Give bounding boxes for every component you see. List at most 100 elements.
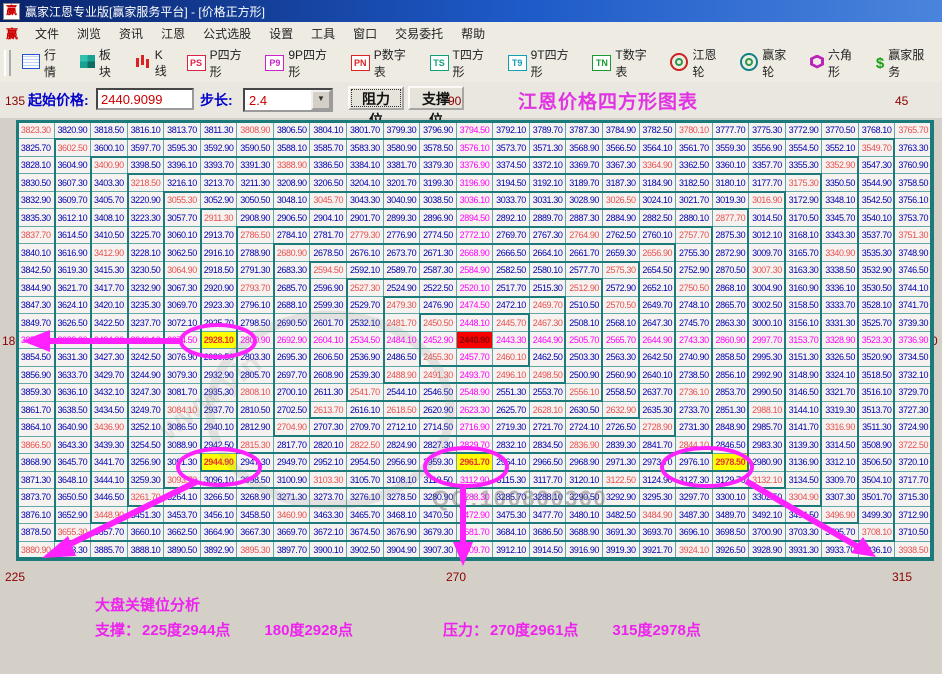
menu-item-江恩[interactable]: 江恩 xyxy=(152,23,194,44)
price-cell-3367.30: 3367.30 xyxy=(603,157,640,174)
price-cell-2623.30: 2623.30 xyxy=(457,402,494,419)
price-cell-3434.50: 3434.50 xyxy=(91,402,128,419)
price-cell-2620.90: 2620.90 xyxy=(420,402,457,419)
price-cell-2774.50: 2774.50 xyxy=(420,227,457,244)
menu-item-交易委托[interactable]: 交易委托 xyxy=(386,23,452,44)
price-cell-3775.30: 3775.30 xyxy=(749,122,786,139)
menu-item-浏览[interactable]: 浏览 xyxy=(68,23,110,44)
resistance-button[interactable]: 阻力位 xyxy=(348,86,404,110)
price-cell-2892.10: 2892.10 xyxy=(493,209,530,226)
menu-item-文件[interactable]: 文件 xyxy=(26,23,68,44)
toolbar-button-六角形[interactable]: 六角形 xyxy=(810,46,864,80)
price-cell-2846.50: 2846.50 xyxy=(713,437,750,454)
toolbar-label: T四方形 xyxy=(453,46,496,80)
price-cell-3278.50: 3278.50 xyxy=(384,489,421,506)
menu-item-设置[interactable]: 设置 xyxy=(260,23,302,44)
price-cell-3703.30: 3703.30 xyxy=(786,524,823,541)
toolbar-button-9T四方形[interactable]: T99T四方形 xyxy=(508,46,581,80)
price-cell-3410.50: 3410.50 xyxy=(91,227,128,244)
toolbar-button-P四方形[interactable]: PSP四方形 xyxy=(187,46,254,80)
price-cell-3343.30: 3343.30 xyxy=(822,227,859,244)
price-cell-2827.30: 2827.30 xyxy=(420,437,457,454)
price-cell-3465.70: 3465.70 xyxy=(347,507,384,524)
price-cell-2973.70: 2973.70 xyxy=(640,454,677,471)
price-cell-2738.50: 2738.50 xyxy=(676,367,713,384)
price-cell-2762.50: 2762.50 xyxy=(603,227,640,244)
price-cell-2976.10: 2976.10 xyxy=(676,454,713,471)
menu-item-资讯[interactable]: 资讯 xyxy=(110,23,152,44)
price-cell-3902.50: 3902.50 xyxy=(347,542,384,559)
price-cell-3602.50: 3602.50 xyxy=(55,139,92,156)
toolbar-button-行情[interactable]: 行情 xyxy=(22,46,68,80)
price-cell-3607.30: 3607.30 xyxy=(55,174,92,191)
price-cell-2798.50: 2798.50 xyxy=(237,314,274,331)
price-cell-2546.50: 2546.50 xyxy=(420,384,457,401)
menu-bar: 赢 文件浏览资讯江恩公式选股设置工具窗口交易委托帮助 xyxy=(0,22,942,45)
toolbar-button-江恩轮[interactable]: 江恩轮 xyxy=(670,46,728,80)
price-cell-3338.50: 3338.50 xyxy=(822,262,859,279)
price-cell-2464.90: 2464.90 xyxy=(530,332,567,349)
price-cell-3760.90: 3760.90 xyxy=(895,157,932,174)
price-cell-2716.90: 2716.90 xyxy=(457,419,494,436)
price-cell-2668.90: 2668.90 xyxy=(457,244,494,261)
price-cell-3866.50: 3866.50 xyxy=(18,437,55,454)
price-cell-2877.70: 2877.70 xyxy=(713,209,750,226)
price-cell-3211.30: 3211.30 xyxy=(237,174,274,191)
price-cell-3708.10: 3708.10 xyxy=(859,524,896,541)
price-cell-3727.30: 3727.30 xyxy=(895,402,932,419)
menu-item-工具[interactable]: 工具 xyxy=(302,23,344,44)
chevron-down-icon[interactable]: ▼ xyxy=(311,90,331,110)
price-cell-3108.10: 3108.10 xyxy=(384,472,421,489)
price-cell-2865.70: 2865.70 xyxy=(713,297,750,314)
price-cell-2988.10: 2988.10 xyxy=(749,402,786,419)
price-cell-2692.90: 2692.90 xyxy=(274,332,311,349)
price-cell-2788.90: 2788.90 xyxy=(237,244,274,261)
toolbar-button-赢家轮[interactable]: 赢家轮 xyxy=(740,46,798,80)
price-cell-3746.50: 3746.50 xyxy=(895,262,932,279)
price-cell-2832.10: 2832.10 xyxy=(493,437,530,454)
toolbar-button-赢家服务[interactable]: $赢家服务 xyxy=(876,46,936,80)
price-cell-3076.90: 3076.90 xyxy=(164,349,201,366)
price-cell-3204.10: 3204.10 xyxy=(347,174,384,191)
price-cell-3748.90: 3748.90 xyxy=(895,244,932,261)
price-cell-3324.10: 3324.10 xyxy=(822,367,859,384)
price-cell-2474.50: 2474.50 xyxy=(457,297,494,314)
price-cell-3237.70: 3237.70 xyxy=(128,314,165,331)
price-cell-3146.50: 3146.50 xyxy=(786,384,823,401)
toolbar-button-9P四方形[interactable]: P99P四方形 xyxy=(265,46,338,80)
price-cell-2596.90: 2596.90 xyxy=(310,279,347,296)
price-cell-2452.90: 2452.90 xyxy=(420,332,457,349)
price-cell-2683.30: 2683.30 xyxy=(274,262,311,279)
toolbar-button-板块[interactable]: 板块 xyxy=(80,46,123,80)
menu-item-帮助[interactable]: 帮助 xyxy=(452,23,494,44)
menu-item-窗口[interactable]: 窗口 xyxy=(344,23,386,44)
price-cell-3019.30: 3019.30 xyxy=(713,192,750,209)
start-price-input[interactable] xyxy=(96,88,194,110)
price-cell-3823.30: 3823.30 xyxy=(18,122,55,139)
price-cell-2572.90: 2572.90 xyxy=(603,279,640,296)
price-cell-3040.90: 3040.90 xyxy=(384,192,421,209)
price-cell-2995.30: 2995.30 xyxy=(749,349,786,366)
menu-item-公式选股[interactable]: 公式选股 xyxy=(194,23,260,44)
price-cell-3350.50: 3350.50 xyxy=(822,174,859,191)
price-cell-3744.10: 3744.10 xyxy=(895,279,932,296)
step-select[interactable]: 2.4 ▼ xyxy=(243,88,333,112)
pressure-level: 270度2961点 xyxy=(490,622,578,639)
price-cell-2649.70: 2649.70 xyxy=(640,297,677,314)
toolbar-button-P数字表[interactable]: PNP数字表 xyxy=(351,46,418,80)
price-cell-2587.30: 2587.30 xyxy=(420,262,457,279)
price-cell-3698.50: 3698.50 xyxy=(713,524,750,541)
price-cell-3561.70: 3561.70 xyxy=(676,139,713,156)
price-cell-3732.10: 3732.10 xyxy=(895,367,932,384)
price-cell-3098.50: 3098.50 xyxy=(237,472,274,489)
price-cell-2724.10: 2724.10 xyxy=(566,419,603,436)
toolbar-button-T四方形[interactable]: TST四方形 xyxy=(430,46,496,80)
price-cell-2440.90: 2440.90 xyxy=(457,332,494,349)
toolbar-button-K线[interactable]: K线 xyxy=(135,48,175,79)
price-cell-3931.30: 3931.30 xyxy=(786,542,823,559)
price-cell-2769.70: 2769.70 xyxy=(493,227,530,244)
price-cell-3588.10: 3588.10 xyxy=(274,139,311,156)
price-cell-2517.70: 2517.70 xyxy=(493,279,530,296)
toolbar-drag-handle[interactable] xyxy=(4,50,11,76)
toolbar-button-T数字表[interactable]: TNT数字表 xyxy=(592,46,658,80)
